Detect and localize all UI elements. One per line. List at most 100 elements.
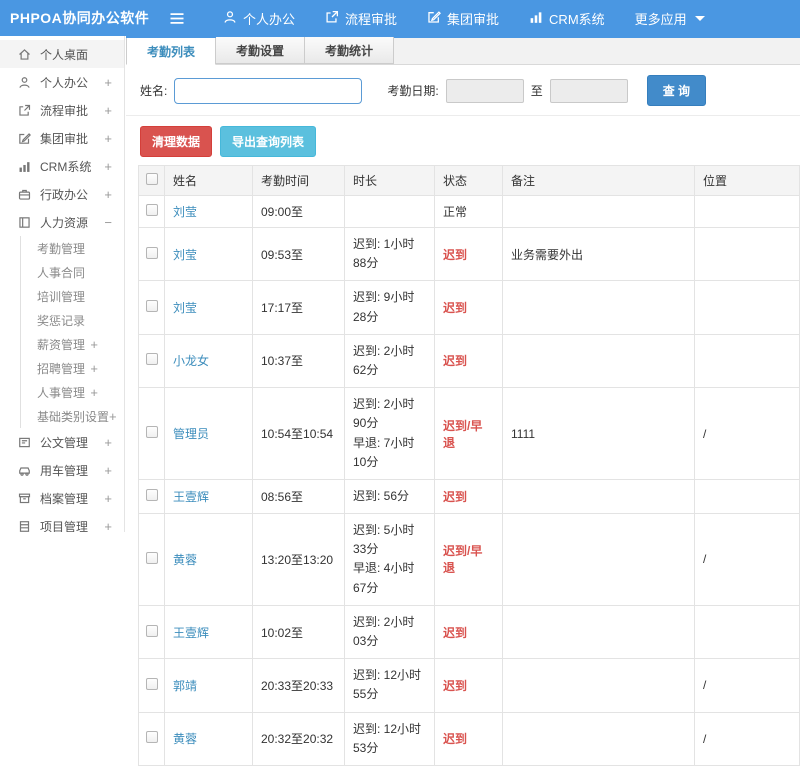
note bbox=[502, 658, 695, 713]
expand-toggle[interactable]: + bbox=[90, 361, 98, 376]
duration: 迟到: 12小时53分 bbox=[344, 711, 435, 766]
clear-data-button[interactable]: 清理数据 bbox=[140, 126, 213, 157]
row-checkbox[interactable] bbox=[145, 624, 158, 637]
sidebar-subitem-label: 考勤管理 bbox=[37, 241, 86, 256]
sidebar-item-3[interactable]: 集团审批 + bbox=[0, 124, 124, 152]
sidebar-item-7[interactable]: 公文管理 + bbox=[0, 428, 124, 456]
app-logo: PHPOA协同办公软件 bbox=[10, 10, 150, 26]
sidebar-item-4[interactable]: CRM系统 + bbox=[0, 152, 124, 180]
location bbox=[694, 226, 800, 282]
sidebar-subitem-label: 招聘管理 bbox=[37, 361, 86, 376]
menu-icon[interactable] bbox=[160, 12, 194, 25]
employee-name-link[interactable]: 郭靖 bbox=[173, 679, 197, 693]
sidebar-subitem-label: 奖惩记录 bbox=[37, 313, 86, 328]
sidebar-subitem-4[interactable]: 薪资管理 + bbox=[21, 332, 124, 356]
sidebar-item-8[interactable]: 用车管理 + bbox=[0, 456, 124, 484]
employee-name-link[interactable]: 王壹辉 bbox=[173, 490, 209, 504]
expand-toggle[interactable]: + bbox=[104, 519, 114, 533]
topnav-item-4[interactable]: 更多应用 bbox=[620, 0, 720, 36]
expand-toggle[interactable]: + bbox=[104, 131, 114, 146]
tab-2[interactable]: 考勤统计 bbox=[305, 37, 395, 64]
location bbox=[694, 195, 800, 228]
sidebar-subitem-7[interactable]: 基础类别设置 + bbox=[21, 404, 124, 428]
sidebar-subitem-5[interactable]: 招聘管理 + bbox=[21, 356, 124, 380]
sidebar-subitem-2[interactable]: 培训管理 bbox=[21, 284, 124, 308]
sidebar-subitem-label: 培训管理 bbox=[37, 289, 86, 304]
attendance-time: 09:00至 bbox=[252, 195, 345, 228]
expand-toggle[interactable]: + bbox=[104, 463, 114, 478]
sidebar-item-5[interactable]: 行政办公 + bbox=[0, 180, 124, 208]
sidebar-item-label: CRM系统 bbox=[40, 159, 92, 174]
doc-icon bbox=[18, 435, 32, 449]
sidebar-item-10[interactable]: 项目管理 + bbox=[0, 512, 124, 532]
note bbox=[502, 333, 695, 389]
row-checkbox[interactable] bbox=[145, 353, 158, 366]
row-checkbox[interactable] bbox=[145, 246, 158, 259]
status: 迟到 bbox=[434, 226, 503, 282]
row-checkbox[interactable] bbox=[145, 426, 158, 438]
employee-name-link[interactable]: 刘莹 bbox=[173, 301, 197, 315]
topnav-label: 流程审批 bbox=[345, 11, 398, 27]
employee-name-link[interactable]: 刘莹 bbox=[173, 205, 197, 219]
expand-toggle[interactable]: + bbox=[109, 409, 117, 424]
expand-toggle[interactable]: + bbox=[90, 337, 98, 352]
expand-toggle[interactable]: − bbox=[104, 215, 114, 230]
to-label: 至 bbox=[530, 84, 543, 98]
row-checkbox[interactable] bbox=[145, 551, 158, 564]
query-button[interactable]: 查 询 bbox=[646, 75, 707, 106]
table-row: 黄蓉 13:20至13:20 迟到: 5小时33分 早退: 4小时67分 迟到/早退 / bbox=[138, 513, 800, 606]
expand-toggle[interactable]: + bbox=[104, 103, 114, 118]
column-header-4: 备注 bbox=[502, 165, 695, 196]
book-icon bbox=[18, 215, 32, 229]
expand-toggle[interactable]: + bbox=[104, 435, 114, 450]
row-checkbox[interactable] bbox=[145, 300, 158, 313]
sidebar-item-label: 用车管理 bbox=[40, 463, 89, 478]
note: 业务需要外出 bbox=[502, 226, 695, 282]
topnav-item-1[interactable]: 流程审批 bbox=[310, 0, 412, 36]
sidebar-subitem-0[interactable]: 考勤管理 bbox=[21, 236, 124, 260]
status: 迟到 bbox=[434, 604, 503, 660]
sidebar-subitem-1[interactable]: 人事合同 bbox=[21, 260, 124, 284]
attendance-table: 姓名 考勤时间 时长 状态 备注 位置 刘莹 09:00至 正常 刘莹 09:53至 迟到: 1小时… bbox=[138, 165, 800, 766]
topnav-item-0[interactable]: 个人办公 bbox=[208, 0, 310, 36]
sidebar-item-label: 项目管理 bbox=[40, 519, 89, 533]
employee-name-link[interactable]: 小龙女 bbox=[173, 354, 209, 368]
name-input[interactable] bbox=[174, 77, 363, 104]
topbar: PHPOA协同办公软件 个人办公 流程审批 集团审批 CRM系统 更多应用 bbox=[0, 0, 800, 36]
chart-icon bbox=[18, 159, 32, 173]
expand-toggle[interactable]: + bbox=[104, 75, 114, 90]
location: / bbox=[694, 658, 800, 713]
expand-toggle[interactable]: + bbox=[104, 491, 114, 506]
user-icon bbox=[223, 10, 237, 27]
sidebar-item-0[interactable]: 个人桌面 bbox=[0, 40, 124, 68]
employee-name-link[interactable]: 刘莹 bbox=[173, 248, 197, 262]
expand-toggle[interactable]: + bbox=[104, 187, 114, 202]
row-checkbox[interactable] bbox=[145, 204, 158, 216]
sidebar-item-9[interactable]: 档案管理 + bbox=[0, 484, 124, 512]
topnav-item-3[interactable]: CRM系统 bbox=[514, 0, 620, 36]
employee-name-link[interactable]: 王壹辉 bbox=[173, 626, 209, 640]
sidebar-subnav: 考勤管理 人事合同 培训管理 奖惩记录 薪资管理 + 招聘管理 + 人事管理 + 基础类别设置 + bbox=[20, 236, 124, 428]
date-to-input[interactable] bbox=[549, 78, 628, 103]
date-from-input[interactable] bbox=[445, 78, 524, 103]
sidebar-subitem-3[interactable]: 奖惩记录 bbox=[21, 308, 124, 332]
topnav-item-2[interactable]: 集团审批 bbox=[412, 0, 514, 36]
sidebar-item-6[interactable]: 人力资源 − bbox=[0, 208, 124, 236]
employee-name-link[interactable]: 黄蓉 bbox=[173, 553, 197, 567]
employee-name-link[interactable]: 黄蓉 bbox=[173, 732, 197, 746]
row-checkbox[interactable] bbox=[145, 677, 158, 690]
expand-toggle[interactable]: + bbox=[90, 385, 98, 400]
tab-1[interactable]: 考勤设置 bbox=[216, 37, 306, 64]
sidebar-item-2[interactable]: 流程审批 + bbox=[0, 96, 124, 124]
sidebar-item-1[interactable]: 个人办公 + bbox=[0, 68, 124, 96]
car-icon bbox=[18, 463, 32, 477]
export-list-button[interactable]: 导出查询列表 bbox=[220, 126, 317, 157]
employee-name-link[interactable]: 管理员 bbox=[173, 427, 209, 441]
sidebar-subitem-6[interactable]: 人事管理 + bbox=[21, 380, 124, 404]
table-header-row: 姓名 考勤时间 时长 状态 备注 位置 bbox=[138, 165, 800, 196]
select-all-checkbox[interactable] bbox=[145, 173, 158, 185]
row-checkbox[interactable] bbox=[145, 731, 158, 744]
tab-0[interactable]: 考勤列表 bbox=[126, 38, 217, 65]
row-checkbox[interactable] bbox=[145, 488, 158, 501]
expand-toggle[interactable]: + bbox=[104, 159, 114, 174]
